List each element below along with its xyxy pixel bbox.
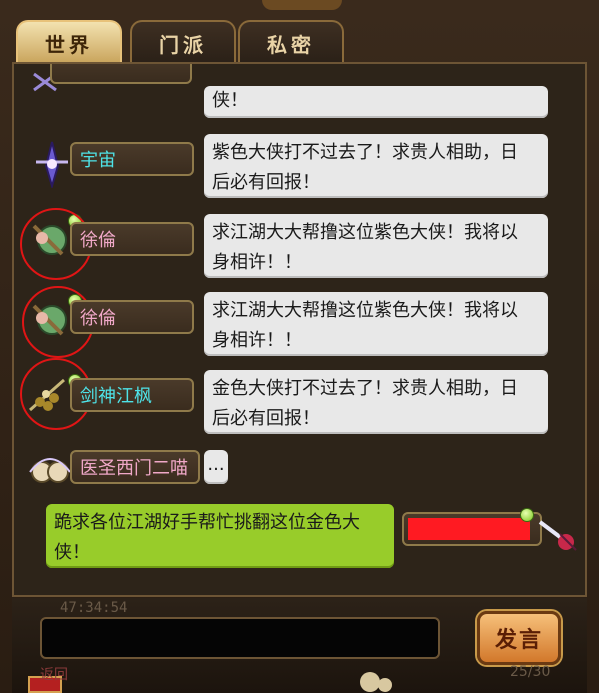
online-status-icon: [520, 508, 534, 522]
sword-emblem-icon: [36, 141, 68, 188]
top-ornament: [262, 0, 342, 10]
message-bubble: 金色大侠打不过去了！求贵人相助，日 后必有回报！: [204, 370, 548, 434]
page-count: 25/30: [510, 664, 551, 680]
message-bubble: 求江湖大大帮撸这位紫色大侠！我将以 身相许！！: [204, 214, 548, 278]
self-message-bubble: 跪求各位江湖好手帮忙挑翻这位金色大 侠！: [46, 504, 394, 568]
message-line: 身相许！！: [212, 330, 302, 351]
message-line: 求江湖大大帮撸这位紫色大侠！我将以: [212, 300, 518, 321]
player-name[interactable]: 医圣西门二喵: [70, 450, 200, 484]
back-label[interactable]: 返回: [40, 664, 68, 684]
message-line: 身相许！！: [212, 252, 302, 273]
avatar[interactable]: [30, 141, 74, 188]
message-line: 求江湖大大帮撸这位紫色大侠！我将以: [212, 222, 518, 243]
player-name[interactable]: 宇宙: [70, 142, 194, 176]
tab-private[interactable]: 私密: [238, 20, 344, 64]
chat-message-list[interactable]: 侠！ 宇宙 紫色大侠打不过去了！求贵人相助，日 后必有回报！ 徐倫 求江湖大大帮…: [12, 62, 587, 597]
player-name[interactable]: 徐倫: [70, 222, 194, 256]
pearl-decoration: [360, 672, 380, 692]
message-line: 跪求各位江湖好手帮忙挑翻这位金色大: [54, 512, 360, 533]
message-line: 金色大侠打不过去了！求贵人相助，日: [212, 378, 518, 399]
send-button[interactable]: 发言: [477, 611, 561, 665]
dagger-icon: [538, 520, 577, 551]
pearl-decoration: [378, 678, 392, 692]
redacted-name: [408, 518, 530, 540]
message-line: 紫色大侠打不过去了！求贵人相助，日: [212, 142, 518, 163]
self-avatar[interactable]: [536, 512, 580, 556]
avatar[interactable]: [28, 448, 72, 492]
tab-world[interactable]: 世界: [16, 20, 122, 64]
message-bubble: 求江湖大大帮撸这位紫色大侠！我将以 身相许！！: [204, 292, 548, 356]
gourd-pouch-icon: [29, 458, 71, 483]
chat-input[interactable]: [40, 617, 440, 659]
tab-sect[interactable]: 门派: [130, 20, 236, 64]
message-line: 侠！: [54, 542, 90, 563]
message-bubble: 紫色大侠打不过去了！求贵人相助，日 后必有回报！: [204, 134, 548, 198]
player-name[interactable]: 剑神江枫: [70, 378, 194, 412]
message-bubble: ...: [204, 450, 228, 484]
timestamp: 47:34:54: [60, 600, 128, 616]
name-plate[interactable]: [50, 64, 192, 84]
player-name[interactable]: 徐倫: [70, 300, 194, 334]
message-line: 后必有回报！: [212, 408, 320, 429]
message-line: 后必有回报！: [212, 172, 320, 193]
message-bubble: 侠！: [204, 86, 548, 118]
